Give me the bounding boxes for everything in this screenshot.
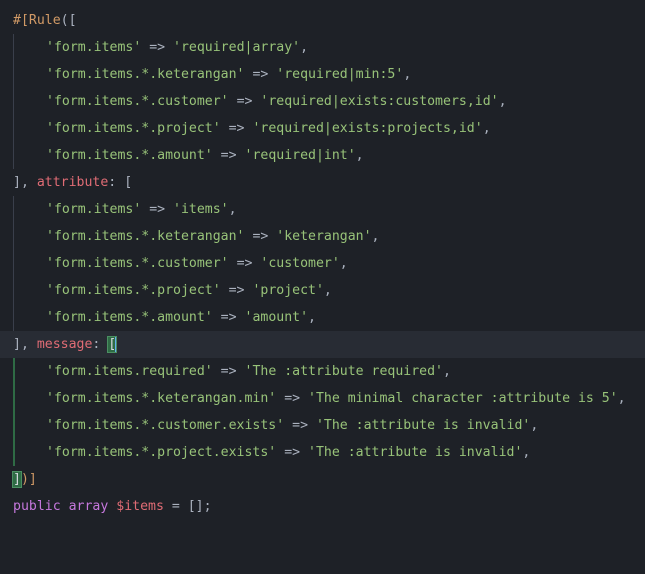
array-value: 'The :attribute required' <box>244 364 444 379</box>
comma: , <box>403 67 412 82</box>
array-value: 'project' <box>252 283 324 298</box>
code-line: 'form.items.*.customer.exists' => 'The :… <box>0 412 645 439</box>
arrow-operator: => <box>244 67 277 82</box>
attribute-name: Rule <box>28 13 61 28</box>
code-line: 'form.items.*.project' => 'project', <box>0 277 645 304</box>
comma: , <box>228 202 237 217</box>
open-bracket: ([ <box>60 13 77 28</box>
array-value: 'required|array' <box>173 40 301 55</box>
array-value: 'required|min:5' <box>276 67 404 82</box>
arrow-operator: => <box>228 94 261 109</box>
named-argument: message <box>36 337 93 352</box>
text-cursor <box>115 335 118 353</box>
close-bracket: ], <box>13 337 37 352</box>
array-key: 'form.items.*.keterangan' <box>46 229 245 244</box>
array-key: 'form.items' <box>46 40 142 55</box>
comma: , <box>323 283 332 298</box>
array-value: 'keterangan' <box>276 229 372 244</box>
array-value: 'The :attribute is invalid' <box>315 418 531 433</box>
array-value: 'required|exists:projects,id' <box>252 121 483 136</box>
comma: , <box>443 364 451 379</box>
arrow-operator: => <box>220 121 253 136</box>
array-value: 'required|int' <box>244 148 356 163</box>
code-line: ])] <box>0 466 645 493</box>
comma: , <box>371 229 380 244</box>
code-line: ], attribute: [ <box>0 169 645 196</box>
comma: , <box>300 40 309 55</box>
current-code-line[interactable]: ], message: [ <box>0 331 645 358</box>
array-key: 'form.items.*.customer' <box>46 94 229 109</box>
arrow-operator: => <box>228 256 261 271</box>
array-key: 'form.items.*.project.exists' <box>46 445 277 460</box>
comma: , <box>522 445 531 460</box>
comma: , <box>617 391 626 406</box>
code-line: #[Rule([ <box>0 7 645 34</box>
arrow-operator: => <box>284 418 316 433</box>
code-line: 'form.items.*.amount' => 'required|int', <box>0 142 645 169</box>
array-key: 'form.items.*.project' <box>46 283 221 298</box>
arrow-operator: => <box>220 283 253 298</box>
array-key: 'form.items.*.customer' <box>46 256 229 271</box>
array-key: 'form.items.*.customer.exists' <box>46 418 285 433</box>
comma: , <box>498 94 507 109</box>
array-key: 'form.items.*.amount' <box>46 148 213 163</box>
close-bracket: ], <box>13 175 37 190</box>
visibility-keyword: public <box>13 499 61 514</box>
arrow-operator: => <box>212 364 245 379</box>
attribute-prefix: #[ <box>13 13 29 28</box>
array-value: 'The minimal character :attribute is 5' <box>308 391 618 406</box>
array-key: 'form.items.required' <box>46 364 213 379</box>
arrow-operator: => <box>244 229 277 244</box>
type-keyword: array <box>68 499 109 514</box>
assignment: = []; <box>163 499 212 514</box>
array-value: 'items' <box>173 202 229 217</box>
code-line: 'form.items.*.project.exists' => 'The :a… <box>0 439 645 466</box>
code-line: 'form.items.*.customer' => 'required|exi… <box>0 88 645 115</box>
code-line: 'form.items' => 'required|array', <box>0 34 645 61</box>
comma: , <box>482 121 491 136</box>
array-value: 'required|exists:customers,id' <box>260 94 499 109</box>
array-key: 'form.items.*.amount' <box>46 310 213 325</box>
arrow-operator: => <box>212 310 245 325</box>
array-key: 'form.items.*.keterangan' <box>46 67 245 82</box>
code-editor[interactable]: #[Rule([ 'form.items' => 'required|array… <box>0 0 645 522</box>
array-value: 'amount' <box>244 310 309 325</box>
code-line: 'form.items.*.amount' => 'amount', <box>0 304 645 331</box>
open-bracket: [ <box>124 175 133 190</box>
code-line: 'form.items' => 'items', <box>0 196 645 223</box>
array-value: 'customer' <box>260 256 340 271</box>
colon: : <box>92 337 109 352</box>
matched-bracket: ] <box>12 471 22 488</box>
close-attribute: )] <box>20 472 37 487</box>
comma: , <box>355 148 364 163</box>
array-key: 'form.items' <box>46 202 142 217</box>
named-argument: attribute <box>36 175 109 190</box>
code-line: 'form.items.*.keterangan' => 'required|m… <box>0 61 645 88</box>
code-line: 'form.items.*.customer' => 'customer', <box>0 250 645 277</box>
code-line: 'form.items.*.project' => 'required|exis… <box>0 115 645 142</box>
array-key: 'form.items.*.project' <box>46 121 221 136</box>
arrow-operator: => <box>141 202 174 217</box>
colon: : <box>108 175 125 190</box>
property-variable: $items <box>116 499 164 514</box>
comma: , <box>339 256 348 271</box>
arrow-operator: => <box>212 148 245 163</box>
comma: , <box>530 418 539 433</box>
code-line: 'form.items.required' => 'The :attribute… <box>0 358 645 385</box>
code-line: 'form.items.*.keterangan' => 'keterangan… <box>0 223 645 250</box>
array-key: 'form.items.*.keterangan.min' <box>46 391 277 406</box>
arrow-operator: => <box>276 445 309 460</box>
comma: , <box>308 310 316 325</box>
code-line: 'form.items.*.keterangan.min' => 'The mi… <box>0 385 645 412</box>
arrow-operator: => <box>141 40 174 55</box>
code-line: public array $items = []; <box>0 493 645 520</box>
array-value: 'The :attribute is invalid' <box>308 445 523 460</box>
arrow-operator: => <box>276 391 309 406</box>
